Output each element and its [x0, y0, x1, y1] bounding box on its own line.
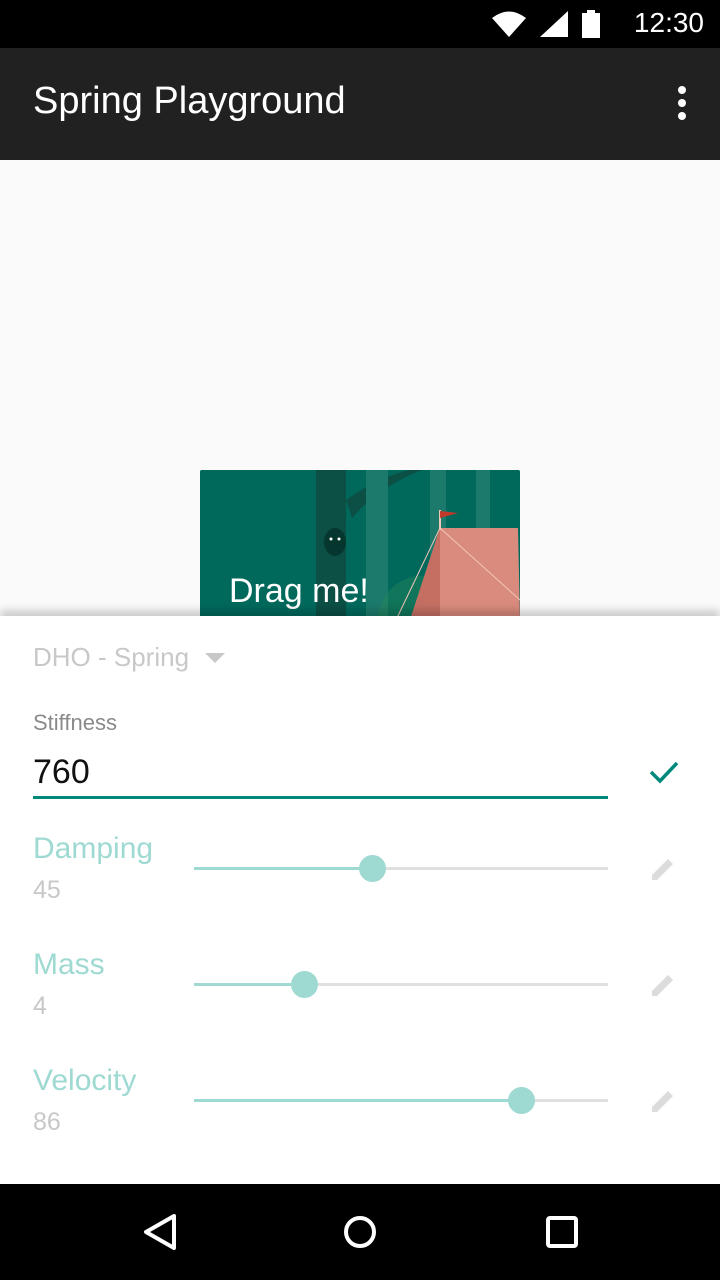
check-icon[interactable]: [648, 756, 680, 788]
pencil-icon[interactable]: [648, 970, 678, 1000]
status-icons: [492, 10, 600, 38]
drag-card[interactable]: Drag me!: [200, 470, 520, 630]
param-value: 4: [33, 992, 47, 1020]
slider-fill: [194, 983, 304, 986]
recents-icon[interactable]: [538, 1208, 586, 1256]
param-name: Mass: [33, 948, 105, 981]
slider-thumb[interactable]: [290, 971, 318, 998]
app-title: Spring Playground: [33, 80, 346, 122]
more-vert-icon[interactable]: [670, 86, 694, 126]
slider-thumb[interactable]: [508, 1087, 536, 1114]
slider-thumb[interactable]: [359, 855, 387, 882]
slider-fill: [194, 1099, 522, 1102]
param-slider[interactable]: [194, 854, 608, 884]
pencil-icon[interactable]: [648, 854, 678, 884]
stiffness-field[interactable]: [33, 748, 608, 799]
app-bar: Spring Playground: [0, 48, 720, 160]
param-slider[interactable]: [194, 1086, 608, 1116]
param-name: Damping: [33, 832, 154, 865]
param-slider[interactable]: [194, 970, 608, 1000]
param-value: 45: [33, 876, 61, 904]
mode-dropdown[interactable]: DHO - Spring: [33, 642, 226, 673]
back-icon[interactable]: [136, 1208, 184, 1256]
card-label: Drag me!: [229, 572, 369, 610]
controls-panel: DHO - Spring Stiffness Damping 45 Mass 4 Vel…: [0, 616, 720, 1184]
wifi-icon: [492, 11, 526, 37]
chevron-down-icon: [205, 652, 226, 663]
battery-icon: [582, 10, 600, 38]
mode-label: DHO - Spring: [33, 642, 190, 672]
param-value: 86: [33, 1108, 61, 1136]
signal-icon: [540, 11, 568, 37]
drag-stage: Drag me!: [0, 160, 720, 630]
status-bar: 12:30: [0, 0, 720, 48]
home-icon[interactable]: [336, 1208, 384, 1256]
slider-fill: [194, 867, 373, 870]
stiffness-label: Stiffness: [33, 710, 117, 735]
status-time: 12:30: [633, 7, 704, 38]
nav-bar: [0, 1184, 720, 1280]
param-name: Velocity: [33, 1064, 137, 1097]
pencil-icon[interactable]: [648, 1086, 678, 1116]
